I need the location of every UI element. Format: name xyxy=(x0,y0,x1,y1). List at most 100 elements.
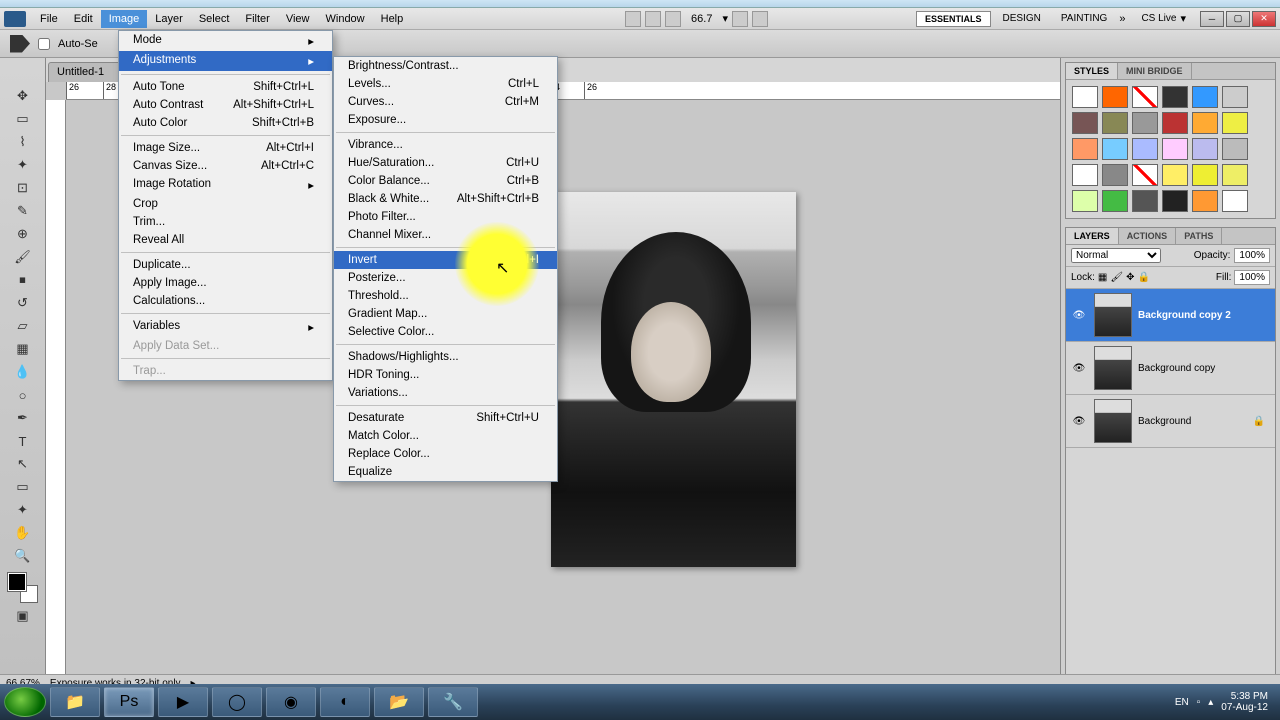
workspace-essentials[interactable]: ESSENTIALS xyxy=(916,11,991,27)
taskbar-photoshop[interactable]: Ps xyxy=(104,687,154,717)
viewmode-icon[interactable] xyxy=(665,11,681,27)
chevron-right-icon[interactable]: » xyxy=(1119,13,1125,25)
style-swatch[interactable] xyxy=(1222,138,1248,160)
menu-filter[interactable]: Filter xyxy=(237,10,277,28)
style-swatch[interactable] xyxy=(1132,190,1158,212)
tab-minibridge[interactable]: MINI BRIDGE xyxy=(1118,63,1192,79)
menuitem-imagerotation[interactable]: Image Rotation xyxy=(119,175,332,195)
menuitem-autocolor[interactable]: Auto ColorShift+Ctrl+B xyxy=(119,114,332,132)
style-swatch[interactable] xyxy=(1222,86,1248,108)
dodge-tool[interactable]: ○ xyxy=(13,385,33,405)
taskbar-app1[interactable]: ◉ xyxy=(266,687,316,717)
menuitem-colorbalance[interactable]: Color Balance...Ctrl+B xyxy=(334,172,557,190)
style-swatch[interactable] xyxy=(1072,164,1098,186)
marquee-tool[interactable]: ▭ xyxy=(13,109,33,129)
heal-tool[interactable]: ⊕ xyxy=(13,224,33,244)
menuitem-blackwhite[interactable]: Black & White...Alt+Shift+Ctrl+B xyxy=(334,190,557,208)
layer-row[interactable]: 👁Background copy 2 xyxy=(1066,289,1275,342)
tab-actions[interactable]: ACTIONS xyxy=(1119,228,1177,244)
history-brush-tool[interactable]: ↺ xyxy=(13,293,33,313)
menuitem-crop[interactable]: Crop xyxy=(119,195,332,213)
canvas-document[interactable] xyxy=(551,192,796,567)
taskbar-chrome[interactable]: ◯ xyxy=(212,687,262,717)
quickmask-icon[interactable]: ▣ xyxy=(13,606,33,626)
style-swatch[interactable] xyxy=(1072,112,1098,134)
screenmode-icon[interactable] xyxy=(752,11,768,27)
style-swatch[interactable] xyxy=(1072,138,1098,160)
menuitem-vibrance[interactable]: Vibrance... xyxy=(334,136,557,154)
lock-paint-icon[interactable]: 🖌 xyxy=(1110,272,1123,283)
arrange-icon[interactable] xyxy=(732,11,748,27)
menuitem-curves[interactable]: Curves...Ctrl+M xyxy=(334,93,557,111)
tab-paths[interactable]: PATHS xyxy=(1176,228,1222,244)
style-swatch[interactable] xyxy=(1132,138,1158,160)
style-swatch[interactable] xyxy=(1192,164,1218,186)
menuitem-posterize[interactable]: Posterize... xyxy=(334,269,557,287)
zoom-tool[interactable]: 🔍 xyxy=(13,546,33,566)
menuitem-duplicate[interactable]: Duplicate... xyxy=(119,256,332,274)
tray-clock[interactable]: 5:38 PM 07-Aug-12 xyxy=(1221,691,1268,713)
eyedropper-tool[interactable]: ✎ xyxy=(13,201,33,221)
lasso-tool[interactable]: ⌇ xyxy=(13,132,33,152)
menuitem-calculations[interactable]: Calculations... xyxy=(119,292,332,310)
menuitem-equalize[interactable]: Equalize xyxy=(334,463,557,481)
visibility-icon[interactable]: 👁 xyxy=(1070,416,1088,427)
tab-styles[interactable]: STYLES xyxy=(1066,63,1118,79)
layer-row[interactable]: 👁Background🔒 xyxy=(1066,395,1275,448)
style-swatch[interactable] xyxy=(1192,86,1218,108)
opacity-value[interactable]: 100% xyxy=(1234,248,1270,263)
style-swatch[interactable] xyxy=(1192,190,1218,212)
menu-file[interactable]: File xyxy=(32,10,66,28)
style-swatch[interactable] xyxy=(1102,164,1128,186)
style-swatch[interactable] xyxy=(1132,86,1158,108)
brush-tool[interactable]: 🖌 xyxy=(13,247,33,267)
gradient-tool[interactable]: ▦ xyxy=(13,339,33,359)
style-swatch[interactable] xyxy=(1132,112,1158,134)
style-swatch[interactable] xyxy=(1072,86,1098,108)
blur-tool[interactable]: 💧 xyxy=(13,362,33,382)
pen-tool[interactable]: ✒ xyxy=(13,408,33,428)
menu-image[interactable]: Image xyxy=(101,10,148,28)
path-tool[interactable]: ↖ xyxy=(13,454,33,474)
menuitem-replacecolor[interactable]: Replace Color... xyxy=(334,445,557,463)
mb-icon[interactable] xyxy=(645,11,661,27)
style-swatch[interactable] xyxy=(1102,86,1128,108)
maximize-button[interactable]: ▢ xyxy=(1226,11,1250,27)
menuitem-channelmixer[interactable]: Channel Mixer... xyxy=(334,226,557,244)
menuitem-trim[interactable]: Trim... xyxy=(119,213,332,231)
move-tool[interactable]: ✥ xyxy=(13,86,33,106)
style-swatch[interactable] xyxy=(1072,190,1098,212)
zoom-level[interactable]: 66.7 xyxy=(685,13,718,25)
taskbar-media[interactable]: ▶ xyxy=(158,687,208,717)
shape-tool[interactable]: ▭ xyxy=(13,477,33,497)
tray-lang[interactable]: EN xyxy=(1175,697,1189,708)
cslive-button[interactable]: CS Live xyxy=(1141,13,1176,24)
visibility-icon[interactable]: 👁 xyxy=(1070,310,1088,321)
style-swatch[interactable] xyxy=(1162,86,1188,108)
menuitem-matchcolor[interactable]: Match Color... xyxy=(334,427,557,445)
color-swatches[interactable] xyxy=(8,573,38,603)
menuitem-imagesize[interactable]: Image Size...Alt+Ctrl+I xyxy=(119,139,332,157)
minimize-button[interactable]: ─ xyxy=(1200,11,1224,27)
crop-tool[interactable]: ⊡ xyxy=(13,178,33,198)
style-swatch[interactable] xyxy=(1222,112,1248,134)
taskbar-app2[interactable]: ◐ xyxy=(320,687,370,717)
start-button[interactable] xyxy=(4,687,46,717)
style-swatch[interactable] xyxy=(1222,164,1248,186)
menuitem-applyimage[interactable]: Apply Image... xyxy=(119,274,332,292)
visibility-icon[interactable]: 👁 xyxy=(1070,363,1088,374)
style-swatch[interactable] xyxy=(1102,138,1128,160)
lock-all-icon[interactable]: 🔒 xyxy=(1137,272,1149,283)
taskbar-app3[interactable]: 📂 xyxy=(374,687,424,717)
menu-layer[interactable]: Layer xyxy=(147,10,191,28)
menuitem-variables[interactable]: Variables xyxy=(119,317,332,337)
style-swatch[interactable] xyxy=(1162,164,1188,186)
menuitem-threshold[interactable]: Threshold... xyxy=(334,287,557,305)
tab-layers[interactable]: LAYERS xyxy=(1066,228,1119,244)
menuitem-canvassize[interactable]: Canvas Size...Alt+Ctrl+C xyxy=(119,157,332,175)
menuitem-invert[interactable]: InvertCtrl+I xyxy=(334,251,557,269)
document-tab[interactable]: Untitled-1 xyxy=(48,62,127,84)
menu-edit[interactable]: Edit xyxy=(66,10,101,28)
style-swatch[interactable] xyxy=(1162,190,1188,212)
taskbar-explorer[interactable]: 📁 xyxy=(50,687,100,717)
